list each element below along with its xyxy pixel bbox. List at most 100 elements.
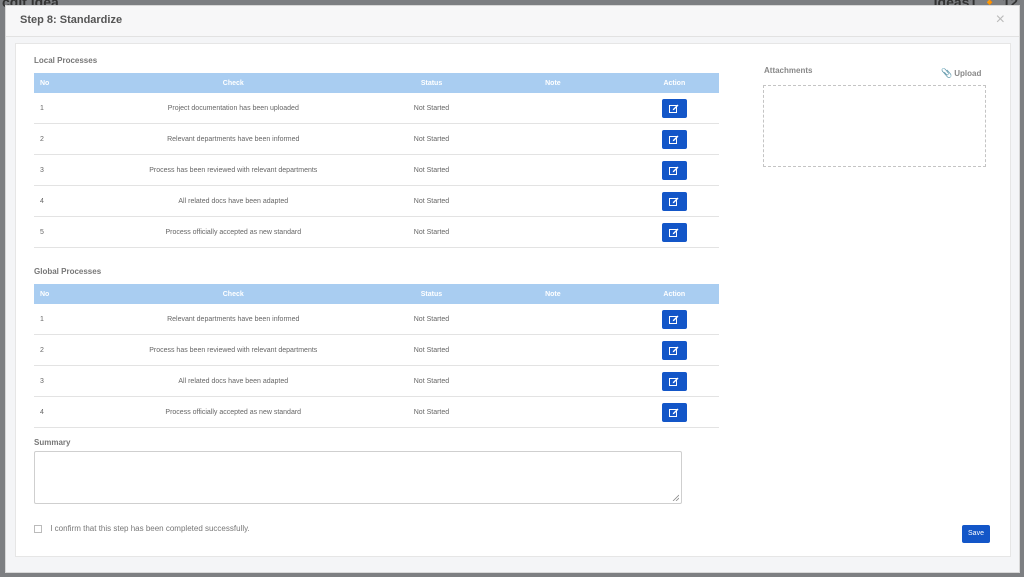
row-number: 1 — [34, 304, 80, 335]
row-action — [629, 216, 719, 248]
edit-button[interactable] — [661, 160, 687, 180]
column-header-no: No — [34, 284, 80, 304]
edit-button[interactable] — [661, 340, 687, 360]
edit-button[interactable] — [661, 129, 687, 149]
modal-title: Step 8: Standardize — [20, 14, 123, 26]
edit-icon — [668, 104, 679, 113]
column-header-no: No — [34, 73, 80, 93]
row-action — [629, 93, 719, 124]
column-header-action: Action — [629, 284, 719, 304]
table-header-row: No Check Status Note Action — [34, 73, 719, 93]
row-note — [476, 93, 630, 124]
local-processes-title: Local Processes — [34, 56, 98, 65]
edit-button[interactable] — [661, 371, 687, 391]
row-number: 3 — [34, 365, 80, 397]
edit-icon — [668, 408, 679, 417]
column-header-check: Check — [79, 73, 387, 93]
confirm-checkbox[interactable] — [34, 524, 42, 533]
row-status: Not Started — [386, 185, 477, 217]
table-row: 3 All related docs have been adapted Not S… — [34, 365, 719, 397]
edit-icon — [668, 135, 679, 144]
edit-button[interactable] — [661, 191, 687, 211]
row-action — [629, 365, 719, 397]
edit-button[interactable] — [661, 309, 687, 329]
attachments-label: Attachments — [764, 66, 813, 75]
row-note — [476, 396, 630, 428]
row-status: Not Started — [386, 396, 477, 428]
row-check: All related docs have been adapted — [79, 185, 387, 217]
row-action — [629, 185, 719, 217]
column-header-check: Check — [79, 284, 387, 304]
table-row: 2 Relevant departments have been informed… — [34, 123, 719, 155]
edit-icon — [668, 228, 679, 237]
table-row: 2 Process has been reviewed with relevant… — [34, 334, 719, 366]
row-check: Project documentation has been uploaded — [79, 93, 387, 124]
row-check: Process has been reviewed with relevant … — [79, 154, 387, 186]
row-number: 1 — [34, 93, 80, 124]
row-action — [629, 304, 719, 335]
row-status: Not Started — [386, 123, 477, 155]
modal-body: Local Processes No Check Status Note Act… — [15, 43, 1011, 557]
resize-handle-icon[interactable] — [672, 494, 679, 501]
close-icon[interactable]: × — [996, 11, 1005, 29]
global-processes-title: Global Processes — [34, 267, 102, 276]
local-processes-table: No Check Status Note Action 1 Project doc… — [34, 73, 719, 248]
row-status: Not Started — [386, 216, 477, 248]
column-header-note: Note — [476, 284, 630, 304]
row-check: Process officially accepted as new stand… — [79, 396, 387, 428]
edit-button[interactable] — [661, 402, 687, 422]
row-note — [476, 123, 630, 155]
row-number: 4 — [34, 185, 80, 217]
row-status: Not Started — [386, 304, 477, 335]
table-row: 1 Relevant departments have been informed… — [34, 304, 719, 335]
row-note — [476, 334, 630, 366]
save-button[interactable]: Save — [962, 525, 990, 543]
row-action — [629, 154, 719, 186]
edit-icon — [668, 346, 679, 355]
row-number: 2 — [34, 123, 80, 155]
table-header-row: No Check Status Note Action — [34, 284, 719, 304]
confirm-row: I confirm that this step has been comple… — [34, 524, 250, 533]
row-check: Relevant departments have been informed — [79, 304, 387, 335]
global-processes-table: No Check Status Note Action 1 Relevant de… — [34, 284, 719, 428]
row-note — [476, 216, 630, 248]
row-status: Not Started — [386, 334, 477, 366]
paperclip-icon: 📎 — [941, 68, 953, 78]
edit-icon — [668, 166, 679, 175]
row-note — [476, 185, 630, 217]
summary-textarea[interactable] — [34, 451, 682, 504]
row-check: Process has been reviewed with relevant … — [79, 334, 387, 366]
edit-icon — [668, 197, 679, 206]
column-header-note: Note — [476, 73, 630, 93]
row-number: 2 — [34, 334, 80, 366]
row-status: Not Started — [386, 365, 477, 397]
edit-icon — [668, 377, 679, 386]
column-header-status: Status — [386, 73, 477, 93]
row-action — [629, 396, 719, 428]
attachments-dropzone[interactable] — [763, 85, 986, 167]
edit-button[interactable] — [661, 222, 687, 242]
row-check: All related docs have been adapted — [79, 365, 387, 397]
row-note — [476, 365, 630, 397]
edit-icon — [668, 315, 679, 324]
row-note — [476, 154, 630, 186]
summary-label: Summary — [34, 438, 71, 447]
row-action — [629, 334, 719, 366]
row-check: Process officially accepted as new stand… — [79, 216, 387, 248]
column-header-status: Status — [386, 284, 477, 304]
modal-header: Step 8: Standardize × — [6, 6, 1019, 37]
edit-button[interactable] — [661, 98, 687, 118]
upload-label: Upload — [954, 69, 982, 78]
upload-link[interactable]: 📎 Upload — [941, 68, 981, 79]
row-status: Not Started — [386, 93, 477, 124]
row-action — [629, 123, 719, 155]
table-row: 4 All related docs have been adapted Not S… — [34, 185, 719, 217]
row-number: 3 — [34, 154, 80, 186]
row-note — [476, 304, 630, 335]
table-row: 1 Project documentation has been uploaded… — [34, 93, 719, 124]
column-header-action: Action — [629, 73, 719, 93]
table-row: 3 Process has been reviewed with relevant… — [34, 154, 719, 186]
standardize-modal: Step 8: Standardize × Local Processes No… — [5, 5, 1020, 573]
row-status: Not Started — [386, 154, 477, 186]
row-check: Relevant departments have been informed — [79, 123, 387, 155]
